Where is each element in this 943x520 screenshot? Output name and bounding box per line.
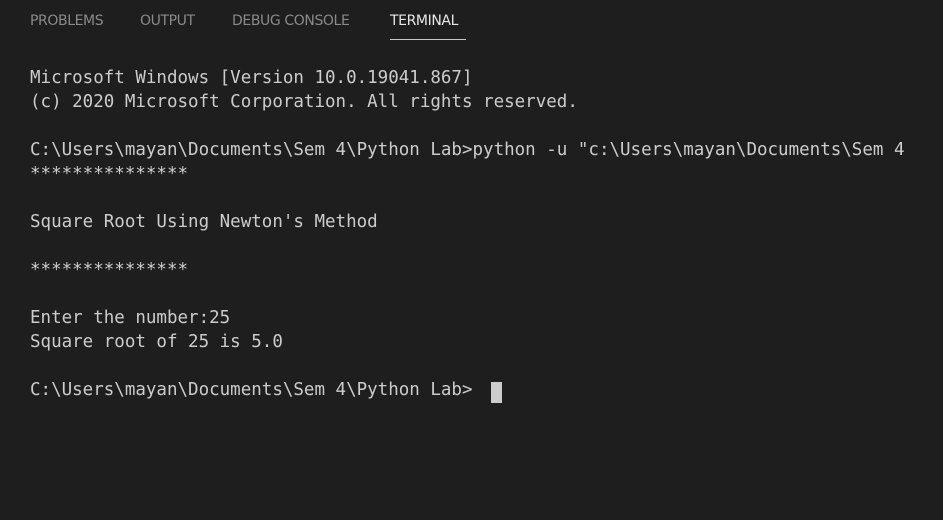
terminal-line-result: Square root of 25 is 5.0 bbox=[30, 332, 283, 352]
terminal-line-input: Enter the number:25 bbox=[30, 308, 231, 328]
terminal-panel: PROBLEMS OUTPUT DEBUG CONSOLE TERMINAL M… bbox=[0, 0, 943, 520]
terminal-cursor bbox=[491, 382, 502, 403]
terminal-output[interactable]: Microsoft Windows [Version 10.0.19041.86… bbox=[0, 0, 943, 454]
terminal-prompt[interactable]: C:\Users\mayan\Documents\Sem 4\Python La… bbox=[30, 378, 473, 402]
terminal-line-command: C:\Users\mayan\Documents\Sem 4\Python La… bbox=[30, 140, 905, 160]
terminal-line-separator: *************** bbox=[30, 164, 189, 184]
terminal-line-version: Microsoft Windows [Version 10.0.19041.86… bbox=[30, 68, 473, 88]
terminal-line-copyright: (c) 2020 Microsoft Corporation. All righ… bbox=[30, 92, 578, 112]
terminal-line-separator: *************** bbox=[30, 260, 189, 280]
terminal-line-title: Square Root Using Newton's Method bbox=[30, 212, 378, 232]
